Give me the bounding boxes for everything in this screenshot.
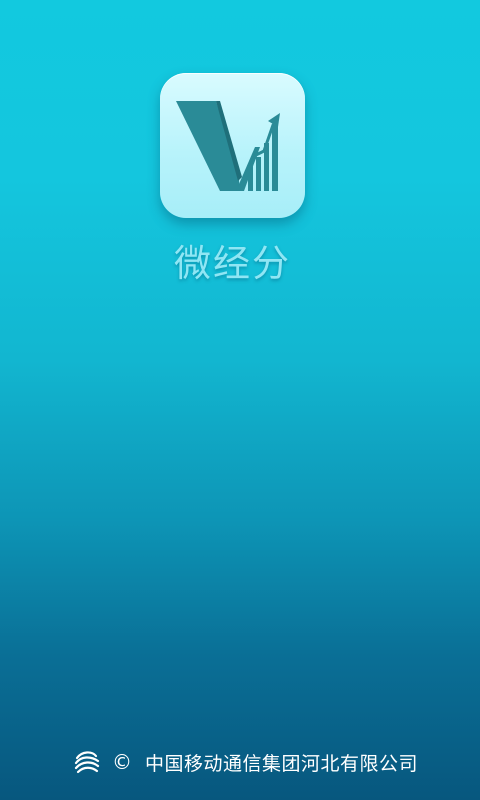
footer: © 中国移动通信集团河北有限公司 [73, 745, 418, 779]
v-growth-chart-icon [176, 101, 280, 191]
splash-screen: 微经分 © 中国移动通信集团河北有限公司 [0, 0, 480, 800]
copyright-symbol: © [112, 750, 132, 774]
app-name: 微经分 [174, 242, 291, 285]
app-logo-icon [160, 73, 305, 218]
china-mobile-logo-icon [73, 748, 101, 776]
company-name: 中国移动通信集团河北有限公司 [145, 752, 419, 775]
